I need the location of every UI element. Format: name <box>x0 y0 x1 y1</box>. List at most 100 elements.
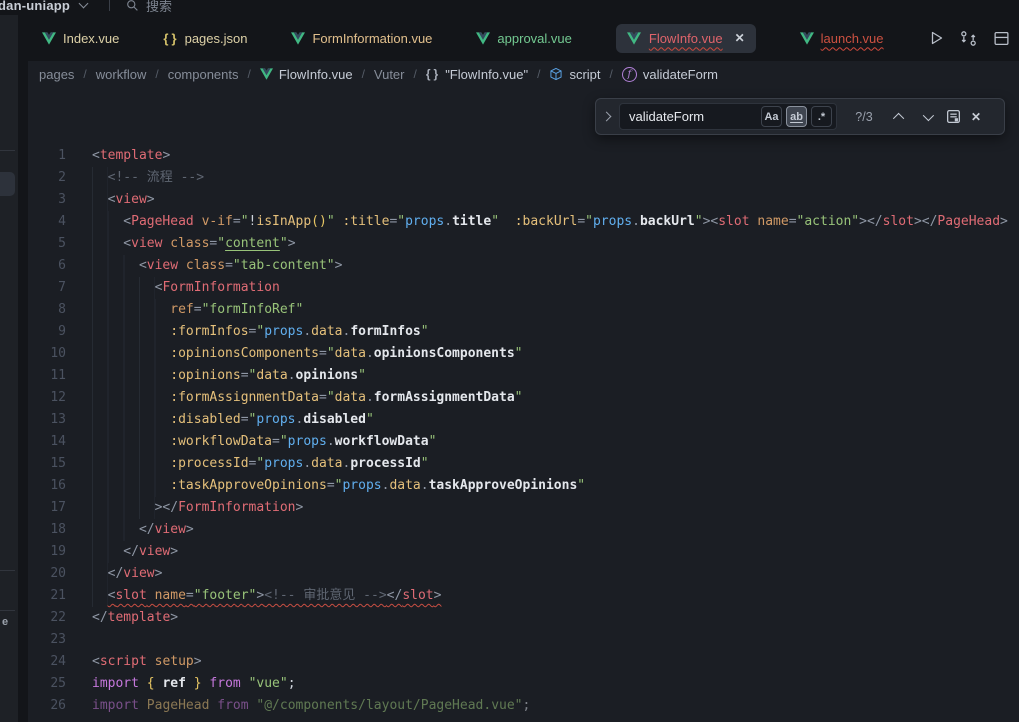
code-line-content[interactable]: :formAssignmentData="data.formAssignment… <box>92 387 523 409</box>
breadcrumb-item-pages[interactable]: pages <box>39 67 74 82</box>
line-number[interactable]: 14 <box>28 431 66 453</box>
regex-button[interactable]: .* <box>811 106 832 127</box>
code-line[interactable]: 24 <script setup> <box>28 651 1019 673</box>
code-line-content[interactable]: import PageHead from "@/components/layou… <box>92 695 530 717</box>
code-line[interactable]: 7 <FormInformation <box>28 277 1019 299</box>
code-line[interactable]: 8 ref="formInfoRef" <box>28 299 1019 321</box>
code-line-content[interactable]: :formInfos="props.data.formInfos" <box>92 321 429 343</box>
code-line[interactable]: 1 <template> <box>28 145 1019 167</box>
code-line[interactable]: 5<view class="content"> <box>28 233 1019 255</box>
code-line[interactable]: 3 <view> <box>28 189 1019 211</box>
line-number[interactable]: 4 <box>28 211 66 233</box>
code-line[interactable]: 19 </view> <box>28 541 1019 563</box>
tab-launch-vue[interactable]: launch.vue <box>800 31 884 46</box>
code-line-content[interactable]: :processId="props.data.processId" <box>92 453 429 475</box>
breadcrumb-item-flowinfo-region[interactable]: { } "FlowInfo.vue" <box>426 67 528 82</box>
line-number[interactable]: 24 <box>28 651 66 673</box>
close-icon[interactable]: ✕ <box>735 31 745 45</box>
split-editor-icon[interactable] <box>993 30 1010 47</box>
code-line[interactable]: 21 <slot name="footer"><!-- 审批意见 --></slo… <box>28 585 1019 607</box>
line-number[interactable]: 10 <box>28 343 66 365</box>
code-line[interactable]: 4<PageHead v-if="!isInApp()" :title="pro… <box>28 211 1019 233</box>
line-number[interactable]: 11 <box>28 365 66 387</box>
line-number[interactable]: 15 <box>28 453 66 475</box>
line-number[interactable]: 3 <box>28 189 66 211</box>
next-match-icon[interactable] <box>918 108 936 126</box>
code-line-content[interactable]: <view> <box>92 189 155 211</box>
code-line-content[interactable]: <view class="tab-content"> <box>92 255 342 277</box>
code-line-content[interactable]: <view class="content"> <box>92 233 296 255</box>
line-number[interactable]: 21 <box>28 585 66 607</box>
code-line[interactable]: 25 import { ref } from "vue"; <box>28 673 1019 695</box>
code-line[interactable]: 17 ></FormInformation> <box>28 497 1019 519</box>
code-editor[interactable]: 1 <template> 2 <!-- 流程 --> 3 <view>4<PageHead… <box>28 87 1019 722</box>
code-line-content[interactable]: :opinions="data.opinions" <box>92 365 366 387</box>
find-query[interactable]: validateForm <box>629 109 757 124</box>
line-number[interactable]: 13 <box>28 409 66 431</box>
line-number[interactable]: 18 <box>28 519 66 541</box>
breadcrumb-item-flowinfo-file[interactable]: FlowInfo.vue <box>260 67 353 82</box>
line-number[interactable]: 17 <box>28 497 66 519</box>
code-line[interactable]: 15 :processId="props.data.processId" <box>28 453 1019 475</box>
global-search[interactable]: 搜索 <box>126 0 172 15</box>
code-line[interactable]: 14 :workflowData="props.workflowData" <box>28 431 1019 453</box>
previous-match-icon[interactable] <box>891 108 909 126</box>
run-icon[interactable] <box>928 30 944 46</box>
whole-word-button[interactable]: ab <box>786 106 807 127</box>
breadcrumb-item-script[interactable]: script <box>549 67 600 82</box>
project-name[interactable]: dan-uniapp <box>0 0 70 13</box>
code-line[interactable]: 23 <box>28 629 1019 651</box>
breadcrumb-item-components[interactable]: components <box>168 67 239 82</box>
tab-forminformation-vue[interactable]: FormInformation.vue <box>291 31 432 46</box>
code-line[interactable]: 2 <!-- 流程 --> <box>28 167 1019 189</box>
breadcrumb-item-validateform[interactable]: f validateForm <box>622 67 718 82</box>
code-line-content[interactable]: import { ref } from "vue"; <box>92 673 296 695</box>
code-line-content[interactable]: :opinionsComponents="data.opinionsCompon… <box>92 343 523 365</box>
tab-flowinfo-vue-active[interactable]: FlowInfo.vue ✕ <box>616 24 756 53</box>
match-case-button[interactable]: Aa <box>761 106 782 127</box>
code-line-content[interactable]: :disabled="props.disabled" <box>92 409 374 431</box>
line-number[interactable]: 26 <box>28 695 66 717</box>
line-number[interactable]: 22 <box>28 607 66 629</box>
line-number[interactable]: 25 <box>28 673 66 695</box>
code-line-content[interactable]: <template> <box>92 145 170 167</box>
code-line-content[interactable]: <FormInformation <box>92 277 280 299</box>
line-number[interactable]: 20 <box>28 563 66 585</box>
close-icon[interactable]: ✕ <box>971 110 981 124</box>
code-line[interactable]: 9:formInfos="props.data.formInfos" <box>28 321 1019 343</box>
code-line-content[interactable]: ref="formInfoRef" <box>92 299 303 321</box>
code-line[interactable]: 26 import PageHead from "@/components/lay… <box>28 695 1019 717</box>
code-line-content[interactable]: :taskApproveOpinions="props.data.taskApp… <box>92 475 585 497</box>
breadcrumb-item-vuter[interactable]: Vuter <box>374 67 405 82</box>
line-number[interactable]: 19 <box>28 541 66 563</box>
tab-approval-vue[interactable]: approval.vue <box>476 31 571 46</box>
code-line-content[interactable]: </view> <box>92 541 178 563</box>
chevron-down-icon[interactable] <box>79 0 89 8</box>
code-line[interactable]: 22 </template> <box>28 607 1019 629</box>
line-number[interactable]: 2 <box>28 167 66 189</box>
line-number[interactable]: 16 <box>28 475 66 497</box>
code-line[interactable]: 16 :taskApproveOpinions="props.data.taskA… <box>28 475 1019 497</box>
code-line-content[interactable]: :workflowData="props.workflowData" <box>92 431 436 453</box>
code-line[interactable]: 18</view> <box>28 519 1019 541</box>
line-number[interactable]: 8 <box>28 299 66 321</box>
line-number[interactable]: 6 <box>28 255 66 277</box>
line-number[interactable]: 12 <box>28 387 66 409</box>
sidebar-selected-item[interactable] <box>0 172 15 196</box>
code-line[interactable]: 12 :formAssignmentData="data.formAssignme… <box>28 387 1019 409</box>
code-line-content[interactable]: <script setup> <box>92 651 202 673</box>
code-line-content[interactable]: <!-- 流程 --> <box>92 167 204 189</box>
line-number[interactable]: 23 <box>28 629 66 651</box>
line-number[interactable]: 7 <box>28 277 66 299</box>
line-number[interactable]: 1 <box>28 145 66 167</box>
toggle-replace-icon[interactable] <box>602 112 612 122</box>
code-line-content[interactable]: ></FormInformation> <box>92 497 303 519</box>
code-line-content[interactable]: </view> <box>92 563 162 585</box>
find-in-selection-icon[interactable] <box>945 108 962 125</box>
code-line-content[interactable]: <slot name="footer"><!-- 审批意见 --></slot> <box>92 585 441 607</box>
code-line[interactable]: 6 <view class="tab-content"> <box>28 255 1019 277</box>
code-line[interactable]: 20 </view> <box>28 563 1019 585</box>
code-line-content[interactable]: </template> <box>92 607 178 629</box>
compare-changes-icon[interactable] <box>960 30 977 47</box>
breadcrumb-item-workflow[interactable]: workflow <box>96 67 147 82</box>
